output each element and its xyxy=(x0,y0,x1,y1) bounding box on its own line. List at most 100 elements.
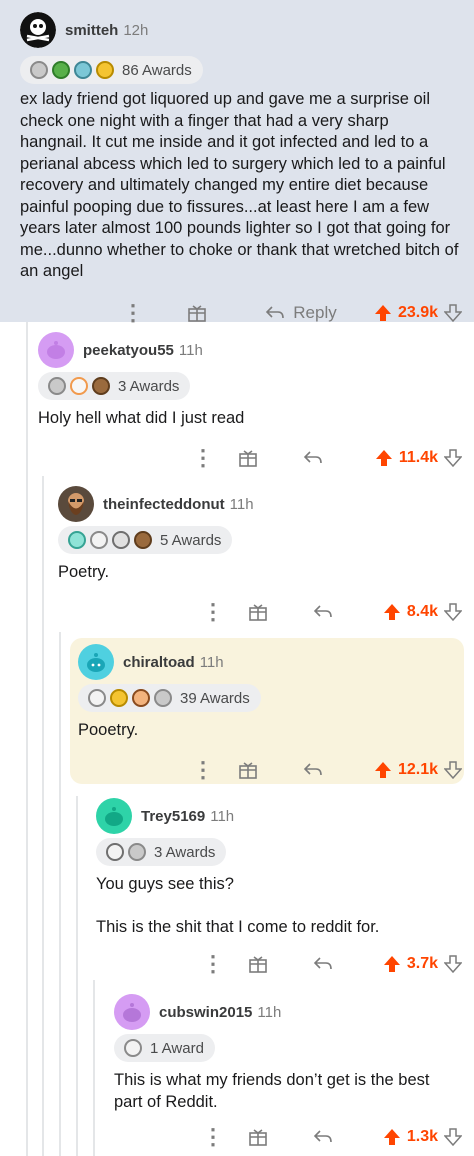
username[interactable]: peekatyou55 xyxy=(83,342,174,359)
comment-header: smitteh 12h xyxy=(20,10,462,50)
heart-hands-award-icon xyxy=(106,843,124,861)
coin-award-icon xyxy=(74,61,92,79)
more-options-icon[interactable]: ⋮ xyxy=(188,445,218,471)
comment-header: peekatyou55 11h xyxy=(38,330,462,370)
comment-actions: ⋮ 1.3k xyxy=(114,1117,462,1156)
timestamp: 11h xyxy=(178,341,203,359)
reply-button[interactable]: Reply xyxy=(246,303,356,323)
user-avatar[interactable] xyxy=(78,644,114,680)
score: 12.1k xyxy=(397,760,438,778)
downvote-icon[interactable] xyxy=(444,1128,462,1146)
score: 8.4k xyxy=(406,602,438,620)
score: 23.9k xyxy=(397,303,438,321)
upvote-icon[interactable] xyxy=(374,304,392,322)
upvote-icon[interactable] xyxy=(374,761,392,779)
upvote-icon[interactable] xyxy=(383,603,401,621)
gift-award-icon[interactable] xyxy=(228,1127,288,1147)
comment-smitteh: smitteh 12h 86 Awards ex lady friend got… xyxy=(0,0,474,325)
more-options-icon[interactable]: ⋮ xyxy=(198,951,228,977)
comment-trey5169: Trey5169 11h 3 Awards You guys see this?… xyxy=(96,796,474,980)
more-options-icon[interactable]: ⋮ xyxy=(198,599,228,625)
vote-controls: 12.1k xyxy=(348,761,462,779)
score: 1.3k xyxy=(406,1128,438,1145)
thread-guide-line[interactable] xyxy=(59,632,61,1156)
downvote-icon[interactable] xyxy=(444,303,462,322)
hands-award-icon xyxy=(154,689,172,707)
username[interactable]: theinfecteddonut xyxy=(103,496,225,513)
gift-award-icon[interactable] xyxy=(218,760,278,780)
downvote-icon[interactable] xyxy=(444,448,462,467)
bear-award-icon xyxy=(134,531,152,549)
upvote-icon[interactable] xyxy=(383,1128,401,1146)
awards-pill[interactable]: 39 Awards xyxy=(78,684,261,712)
more-options-icon[interactable]: ⋮ xyxy=(198,1124,228,1150)
downvote-icon[interactable] xyxy=(444,760,462,779)
comment-body: This is what my friends don’t get is the… xyxy=(114,1071,430,1111)
awards-pill[interactable]: 86 Awards xyxy=(20,56,203,84)
comment-actions: ⋮ 3.7k xyxy=(96,944,462,984)
timestamp: 11h xyxy=(229,495,254,513)
score: 11.4k xyxy=(398,448,438,466)
awards-pill[interactable]: 5 Awards xyxy=(58,526,233,554)
comment-actions: ⋮ 12.1k xyxy=(78,750,462,790)
reply-icon[interactable] xyxy=(288,604,358,620)
upvote-icon[interactable] xyxy=(383,955,401,973)
username[interactable]: Trey5169 xyxy=(141,808,205,825)
crown-award-icon xyxy=(96,61,114,79)
thread-guide-line[interactable] xyxy=(93,980,95,1156)
more-options-icon[interactable]: ⋮ xyxy=(188,757,218,783)
awards-pill[interactable]: 3 Awards xyxy=(96,838,227,866)
comment-header: chiraltoad 11h xyxy=(78,642,462,682)
snoo-award-icon xyxy=(88,689,106,707)
reply-icon[interactable] xyxy=(278,450,348,466)
downvote-icon[interactable] xyxy=(444,602,462,621)
gift-award-icon[interactable] xyxy=(148,303,246,323)
hands-award-icon xyxy=(48,377,66,395)
vote-controls: 23.9k xyxy=(356,304,462,322)
gift-award-icon[interactable] xyxy=(228,954,288,974)
user-avatar[interactable] xyxy=(96,798,132,834)
upvote-icon[interactable] xyxy=(375,449,393,467)
wholesome-award-icon xyxy=(70,377,88,395)
username[interactable]: chiraltoad xyxy=(123,654,195,671)
comment-body: Poetry. xyxy=(58,563,110,581)
reply-icon[interactable] xyxy=(288,1129,358,1145)
username[interactable]: cubswin2015 xyxy=(159,1004,252,1021)
comment-header: theinfecteddonut 11h xyxy=(58,484,462,524)
comment-body: Pooetry. xyxy=(78,721,139,739)
timestamp: 12h xyxy=(123,21,149,39)
score: 3.7k xyxy=(406,955,438,972)
user-avatar[interactable] xyxy=(20,12,56,48)
awards-pill[interactable]: 1 Award xyxy=(114,1034,215,1062)
gift-award-icon[interactable] xyxy=(218,448,278,468)
hands-award-icon xyxy=(128,843,146,861)
reply-icon xyxy=(266,305,285,318)
thread-guide-line[interactable] xyxy=(76,796,78,1156)
laugh-award-icon xyxy=(68,531,86,549)
user-avatar[interactable] xyxy=(114,994,150,1030)
face-award-icon xyxy=(132,689,150,707)
thread-guide-line[interactable] xyxy=(26,322,28,1156)
reply-icon[interactable] xyxy=(288,956,358,972)
user-avatar[interactable] xyxy=(58,486,94,522)
comment-cubswin2015: cubswin2015 11h 1 Award This is what my … xyxy=(114,992,474,1156)
username[interactable]: smitteh xyxy=(65,22,118,39)
gift-award-icon[interactable] xyxy=(228,602,288,622)
thread-guide-line[interactable] xyxy=(42,476,44,1156)
user-avatar[interactable] xyxy=(38,332,74,368)
timestamp: 11h xyxy=(257,1003,282,1021)
face-award-icon xyxy=(90,531,108,549)
reply-icon[interactable] xyxy=(278,762,348,778)
timestamp: 11h xyxy=(199,653,224,671)
timestamp: 11h xyxy=(210,807,235,825)
face-award-icon xyxy=(124,1039,142,1057)
comment-actions: ⋮ 8.4k xyxy=(58,592,462,632)
downvote-icon[interactable] xyxy=(444,955,462,973)
comment-peekatyou55: peekatyou55 11h 3 Awards Holy hell what … xyxy=(38,330,474,476)
comment-header: Trey5169 11h xyxy=(96,796,462,836)
comment-theinfecteddonut: theinfecteddonut 11h 5 Awards Poetry. ⋮ … xyxy=(58,484,474,630)
crown-award-icon xyxy=(110,689,128,707)
clover-award-icon xyxy=(52,61,70,79)
awards-pill[interactable]: 3 Awards xyxy=(38,372,191,400)
vote-controls: 1.3k xyxy=(358,1128,462,1146)
